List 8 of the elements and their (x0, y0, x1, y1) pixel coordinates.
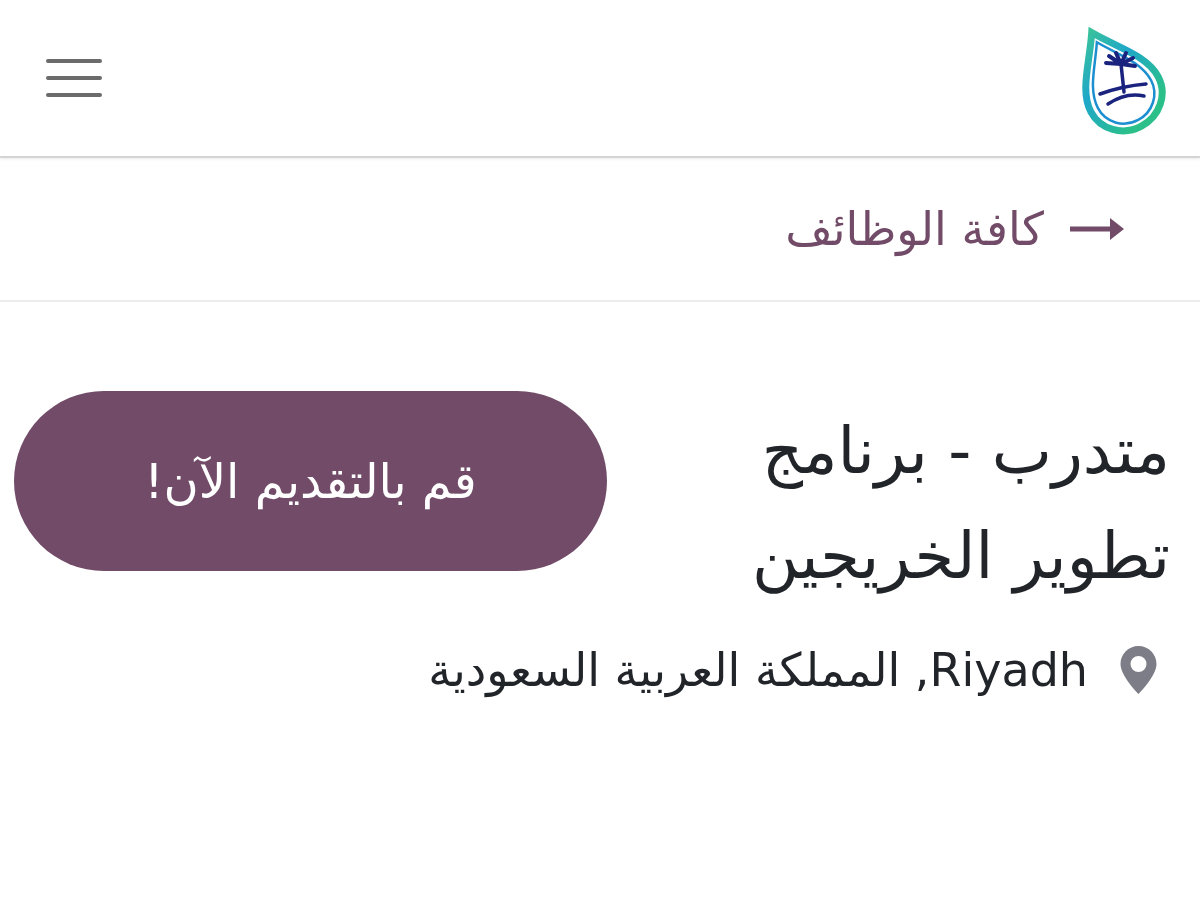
menu-icon (46, 58, 102, 98)
back-link[interactable]: كافة الوظائف (781, 195, 1128, 263)
job-title: متدرب - برنامج تطوير الخريجين (751, 413, 1170, 596)
map-pin-icon (1120, 646, 1157, 695)
job-location: Riyadh, المملكة العربية السعودية (427, 642, 1089, 700)
arrow-right-icon (1070, 218, 1124, 240)
menu-button[interactable] (44, 56, 104, 100)
apply-button[interactable]: قم بالتقديم الآن! (14, 391, 607, 571)
